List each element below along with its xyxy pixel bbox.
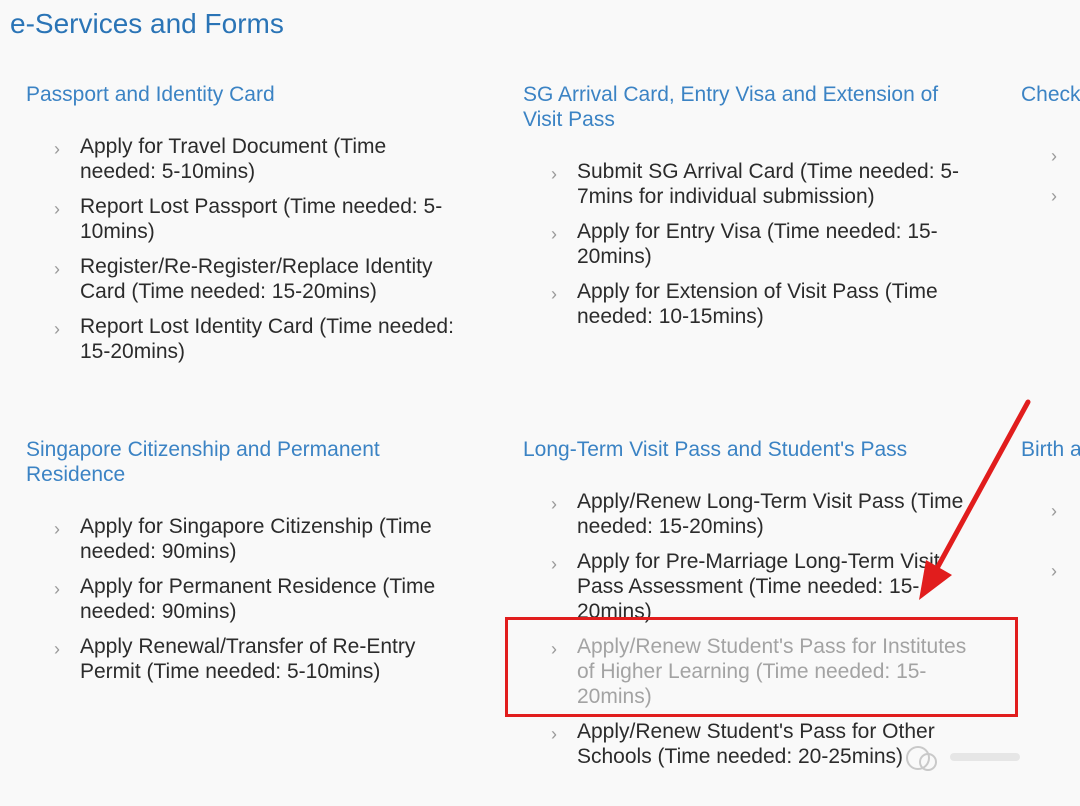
- section-title[interactable]: Singapore Citizenship and Permanent Resi…: [26, 437, 426, 487]
- section-title[interactable]: SG Arrival Card, Entry Visa and Extensio…: [523, 82, 963, 132]
- highlight-box: [505, 617, 1018, 717]
- section-birth-cutoff: Birth a › ›: [1021, 437, 1080, 617]
- link-apply-permanent-residence[interactable]: › Apply for Permanent Residence (Time nee…: [26, 574, 456, 624]
- link-extension-visit-pass[interactable]: › Apply for Extension of Visit Pass (Time…: [523, 279, 968, 329]
- chevron-right-icon: ›: [551, 164, 557, 184]
- page-title: e-Services and Forms: [10, 8, 284, 39]
- link-register-identity-card[interactable]: › Register/Re-Register/Replace Identity C…: [26, 254, 456, 304]
- section-check-cutoff: Check › ›: [1021, 82, 1080, 242]
- chevron-right-icon: ›: [1051, 186, 1057, 206]
- chevron-right-icon: ›: [54, 319, 60, 339]
- link-list: › Apply for Travel Document (Time needed:…: [26, 134, 456, 364]
- chevron-right-icon: ›: [551, 284, 557, 304]
- section-title[interactable]: Birth a: [1021, 437, 1080, 462]
- chevron-right-icon: ›: [54, 579, 60, 599]
- chevron-right-icon: ›: [551, 724, 557, 744]
- link-report-lost-passport[interactable]: › Report Lost Passport (Time needed: 5-10…: [26, 194, 456, 244]
- link-apply-citizenship[interactable]: › Apply for Singapore Citizenship (Time n…: [26, 514, 456, 564]
- link-report-lost-identity-card[interactable]: › Report Lost Identity Card (Time needed:…: [26, 314, 456, 364]
- link-list: › Submit SG Arrival Card (Time needed: 5-…: [523, 159, 968, 329]
- section-title[interactable]: Passport and Identity Card: [26, 82, 496, 107]
- link-submit-sg-arrival-card[interactable]: › Submit SG Arrival Card (Time needed: 5-…: [523, 159, 968, 209]
- link-renew-ltvp[interactable]: › Apply/Renew Long-Term Visit Pass (Time …: [523, 489, 973, 539]
- chevron-right-icon: ›: [551, 224, 557, 244]
- chevron-right-icon: ›: [551, 554, 557, 574]
- chevron-right-icon: ›: [54, 139, 60, 159]
- link-reentry-permit[interactable]: › Apply Renewal/Transfer of Re-Entry Perm…: [26, 634, 456, 684]
- section-title[interactable]: Long-Term Visit Pass and Student's Pass: [523, 437, 993, 462]
- chevron-right-icon: ›: [54, 639, 60, 659]
- link-pre-marriage-ltvp[interactable]: › Apply for Pre-Marriage Long-Term Visit …: [523, 549, 973, 624]
- wechat-watermark-icon: [906, 746, 1020, 771]
- chevron-right-icon: ›: [1051, 146, 1057, 166]
- link-apply-entry-visa[interactable]: › Apply for Entry Visa (Time needed: 15-2…: [523, 219, 968, 269]
- section-arrival-card-entry-visa: SG Arrival Card, Entry Visa and Extensio…: [523, 82, 993, 339]
- link-list: › Apply for Singapore Citizenship (Time n…: [26, 514, 456, 684]
- chevron-right-icon: ›: [54, 259, 60, 279]
- section-passport-identity-card: Passport and Identity Card › Apply for Tr…: [26, 82, 496, 374]
- chevron-right-icon: ›: [1051, 561, 1057, 581]
- section-citizenship-pr: Singapore Citizenship and Permanent Resi…: [26, 437, 496, 694]
- section-ltvp-students-pass: Long-Term Visit Pass and Student's Pass …: [523, 437, 993, 779]
- chevron-right-icon: ›: [551, 494, 557, 514]
- chevron-right-icon: ›: [1051, 501, 1057, 521]
- chevron-right-icon: ›: [54, 519, 60, 539]
- chevron-right-icon: ›: [54, 199, 60, 219]
- link-apply-travel-document[interactable]: › Apply for Travel Document (Time needed:…: [26, 134, 456, 184]
- section-title[interactable]: Check: [1021, 82, 1080, 107]
